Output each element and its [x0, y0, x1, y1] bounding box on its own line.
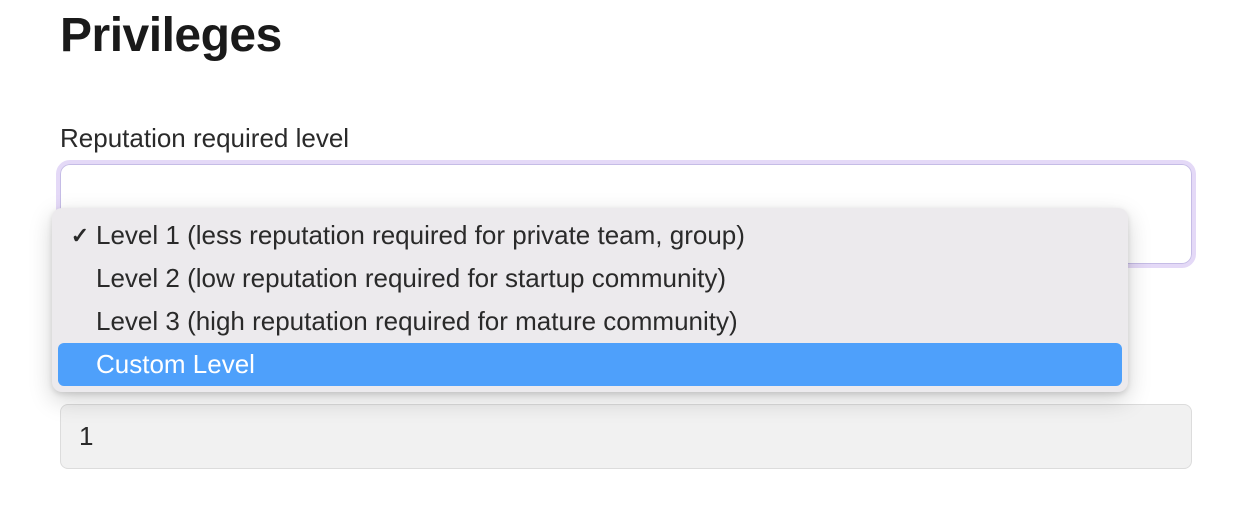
dropdown-option-level-3[interactable]: Level 3 (high reputation required for ma… — [58, 300, 1122, 343]
reputation-level-label: Reputation required level — [60, 123, 1192, 154]
dropdown-option-label: Level 1 (less reputation required for pr… — [96, 220, 745, 251]
dropdown-option-label: Level 3 (high reputation required for ma… — [96, 306, 738, 337]
custom-level-value-input[interactable]: 1 — [60, 404, 1192, 469]
checkmark-icon: ✓ — [68, 223, 92, 249]
dropdown-option-level-2[interactable]: Level 2 (low reputation required for sta… — [58, 257, 1122, 300]
dropdown-option-level-1[interactable]: ✓ Level 1 (less reputation required for … — [58, 214, 1122, 257]
dropdown-option-label: Level 2 (low reputation required for sta… — [96, 263, 726, 294]
dropdown-option-label: Custom Level — [96, 349, 255, 380]
dropdown-option-custom[interactable]: Custom Level — [58, 343, 1122, 386]
reputation-level-dropdown: ✓ Level 1 (less reputation required for … — [52, 208, 1128, 392]
custom-level-value-row: 1 — [60, 404, 1192, 469]
page-title: Privileges — [60, 8, 1192, 63]
